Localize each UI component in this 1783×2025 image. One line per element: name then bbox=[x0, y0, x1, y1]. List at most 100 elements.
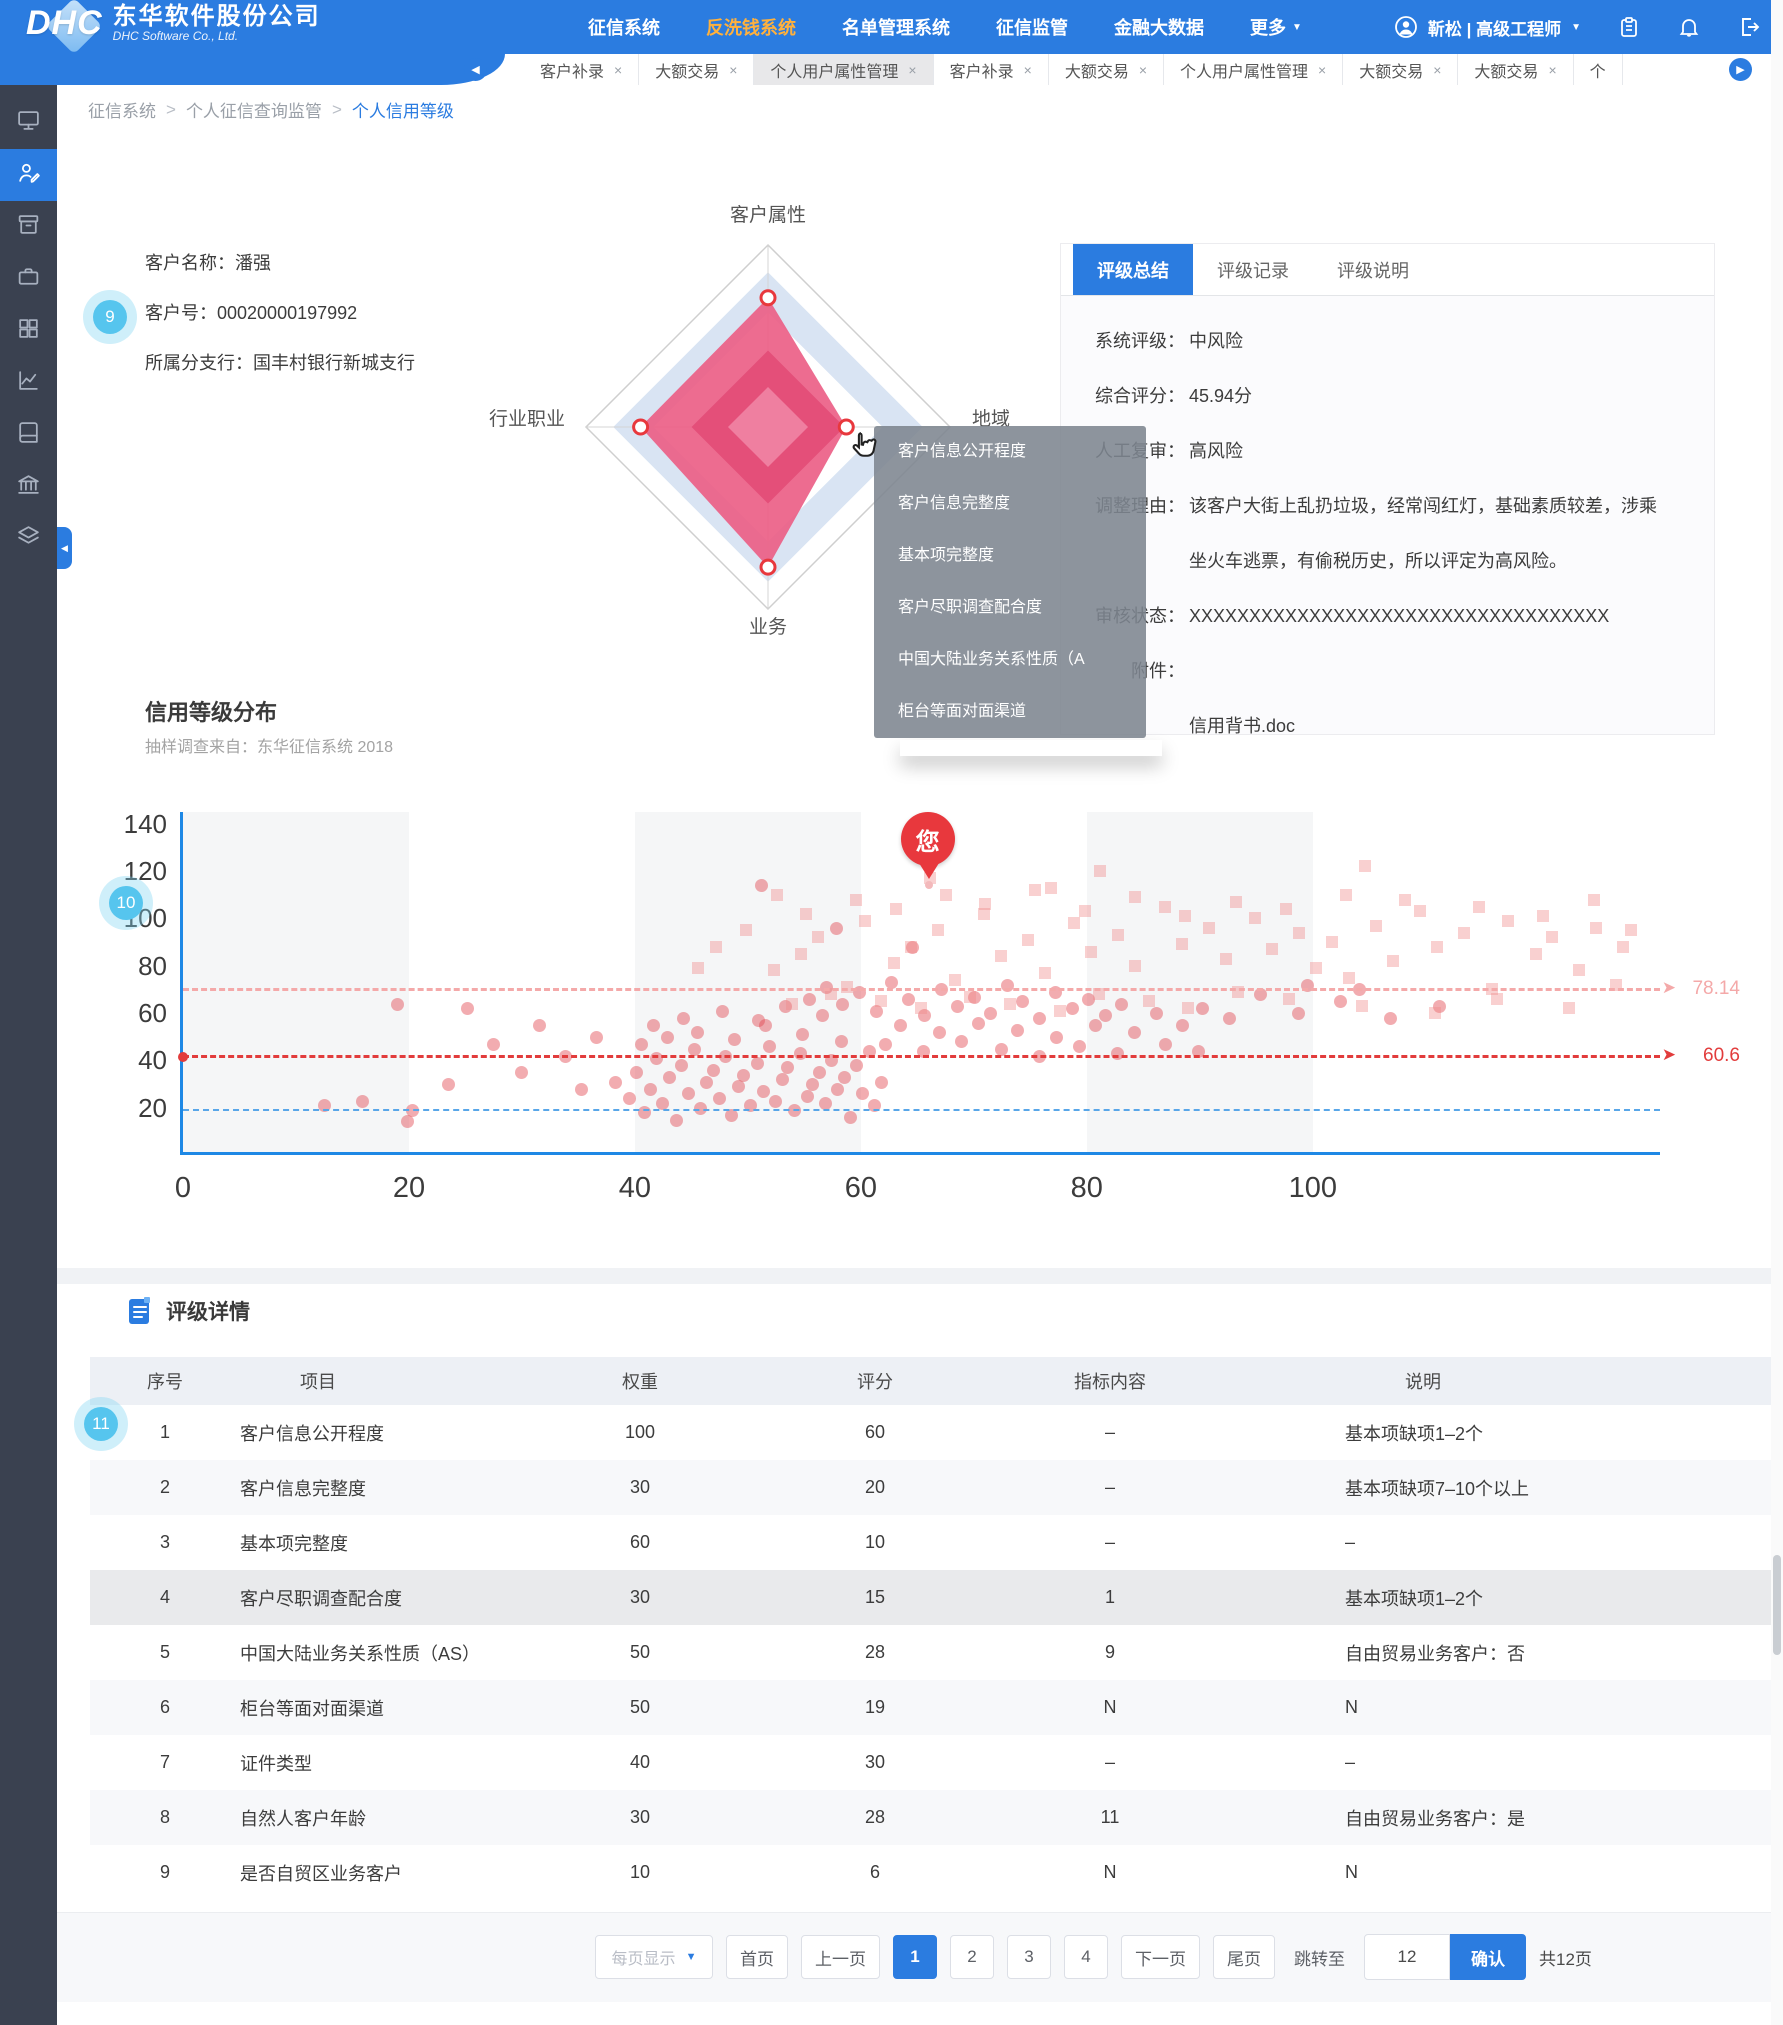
attachment-file-link[interactable]: 信用背书.doc bbox=[1189, 699, 1295, 754]
next-page-button[interactable]: 下一页 bbox=[1121, 1935, 1200, 1979]
table-header-row: 序号项目权重评分指标内容说明 bbox=[90, 1357, 1780, 1405]
breadcrumb-item-2[interactable]: 个人征信查询监管 bbox=[186, 97, 322, 122]
logout-icon[interactable] bbox=[1737, 15, 1761, 39]
rating-tab-1[interactable]: 评级总结 bbox=[1073, 244, 1193, 295]
page-scrollbar[interactable] bbox=[1771, 0, 1783, 2025]
scatter-point bbox=[1223, 1012, 1236, 1025]
table-row[interactable]: 5中国大陆业务关系性质（AS）50289自由贸易业务客户：否 bbox=[90, 1625, 1780, 1680]
scatter-point bbox=[812, 931, 824, 943]
table-cell: 100 bbox=[520, 1405, 760, 1460]
scatter-point bbox=[995, 950, 1007, 962]
tab-6[interactable]: 个人用户属性管理× bbox=[1164, 54, 1343, 85]
scatter-point bbox=[575, 1083, 588, 1096]
scatter-point bbox=[879, 1038, 892, 1051]
nav-item-1[interactable]: 征信系统 bbox=[588, 14, 660, 40]
sidebar-item-archive[interactable] bbox=[0, 201, 57, 253]
sidebar-item-user-edit[interactable] bbox=[0, 149, 57, 201]
close-icon[interactable]: × bbox=[614, 62, 622, 78]
user-menu[interactable]: 靳松 | 高级工程师 ▼ bbox=[1394, 15, 1581, 40]
close-icon[interactable]: × bbox=[908, 62, 916, 78]
sidebar-collapse-handle[interactable]: ◀ bbox=[57, 527, 72, 569]
close-icon[interactable]: × bbox=[1318, 62, 1326, 78]
page-button-4[interactable]: 4 bbox=[1064, 1935, 1108, 1979]
first-page-button[interactable]: 首页 bbox=[726, 1935, 788, 1979]
scatter-point bbox=[875, 1076, 888, 1089]
sidebar-item-grid[interactable] bbox=[0, 305, 57, 357]
dropdown-item-6[interactable]: 柜台等面对面渠道 bbox=[874, 686, 1146, 738]
you-marker-pin: 您 bbox=[901, 812, 957, 889]
tab-8[interactable]: 大额交易× bbox=[1458, 54, 1573, 85]
sidebar-item-layers[interactable] bbox=[0, 513, 57, 565]
scatter-point bbox=[1129, 960, 1141, 972]
table-row[interactable]: 6柜台等面对面渠道5019NN bbox=[90, 1680, 1780, 1735]
column-header-2: 项目 bbox=[240, 1357, 520, 1405]
bell-icon[interactable] bbox=[1677, 15, 1701, 39]
tab-5[interactable]: 大额交易 × bbox=[1049, 54, 1164, 85]
scatter-point bbox=[737, 1069, 750, 1082]
confirm-button[interactable]: 确认 bbox=[1450, 1934, 1526, 1980]
scatter-point bbox=[836, 998, 849, 1011]
sidebar-item-chart[interactable] bbox=[0, 357, 57, 409]
tab-2[interactable]: 大额交易× bbox=[639, 54, 754, 85]
sidebar-item-bank[interactable] bbox=[0, 461, 57, 513]
tab-label: 大额交易 bbox=[1065, 58, 1129, 82]
breadcrumb-item-3[interactable]: 个人信用等级 bbox=[352, 97, 454, 122]
table-row[interactable]: 8自然人客户年龄302811自由贸易业务客户：是 bbox=[90, 1790, 1780, 1845]
tabs-scroll-left-button[interactable]: ◀ bbox=[464, 58, 487, 81]
page-button-1[interactable]: 1 bbox=[893, 1935, 937, 1979]
tab-3[interactable]: 个人用户属性管理× bbox=[754, 54, 933, 85]
table-row[interactable]: 2客户信息完整度3020–基本项缺项7–10个以上 bbox=[90, 1460, 1780, 1515]
sidebar-item-monitor[interactable] bbox=[0, 97, 57, 149]
table-row[interactable]: 4客户尽职调查配合度30151基本项缺项1–2个 bbox=[90, 1570, 1780, 1625]
tab-label: 客户补录 bbox=[540, 58, 604, 82]
scatter-point bbox=[831, 1083, 844, 1096]
sidebar-item-book[interactable] bbox=[0, 409, 57, 461]
close-icon[interactable]: × bbox=[1139, 62, 1147, 78]
breadcrumb-item-1[interactable]: 征信系统 bbox=[88, 97, 156, 122]
sidebar-item-briefcase[interactable] bbox=[0, 253, 57, 305]
table-cell: 自由贸易业务客户：是 bbox=[1230, 1790, 1780, 1845]
nav-item-3[interactable]: 名单管理系统 bbox=[842, 14, 950, 40]
close-icon[interactable]: × bbox=[1433, 62, 1441, 78]
scatter-point bbox=[1356, 1000, 1368, 1012]
prev-page-button[interactable]: 上一页 bbox=[801, 1935, 880, 1979]
page-button-2[interactable]: 2 bbox=[950, 1935, 994, 1979]
tab-1[interactable]: 客户补录 × bbox=[524, 54, 639, 85]
table-row[interactable]: 9是否自贸区业务客户106NN bbox=[90, 1845, 1780, 1900]
main-menu: 征信系统 反洗钱系统 名单管理系统 征信监管 金融大数据 更多▼ bbox=[588, 0, 1302, 54]
jump-label: 跳转至 bbox=[1294, 1945, 1345, 1970]
nav-item-2[interactable]: 反洗钱系统 bbox=[706, 14, 796, 40]
rating-tab-2[interactable]: 评级记录 bbox=[1193, 244, 1313, 295]
tab-4[interactable]: 客户补录× bbox=[934, 54, 1049, 85]
table-cell: 基本项缺项1–2个 bbox=[1230, 1405, 1780, 1460]
tab-7[interactable]: 大额交易× bbox=[1343, 54, 1458, 85]
table-row[interactable]: 7证件类型4030–– bbox=[90, 1735, 1780, 1790]
nav-right-cluster: 靳松 | 高级工程师 ▼ bbox=[1394, 0, 1761, 54]
table-row[interactable]: 1客户信息公开程度10060–基本项缺项1–2个 bbox=[90, 1405, 1780, 1460]
last-page-button[interactable]: 尾页 bbox=[1213, 1935, 1275, 1979]
nav-item-5[interactable]: 金融大数据 bbox=[1114, 14, 1204, 40]
scatter-point bbox=[902, 993, 915, 1006]
scrollbar-thumb[interactable] bbox=[1773, 1555, 1781, 1655]
page-button-3[interactable]: 3 bbox=[1007, 1935, 1051, 1979]
close-icon[interactable]: × bbox=[1548, 62, 1556, 78]
dropdown-item-4[interactable]: 客户尽职调查配合度 bbox=[874, 582, 1146, 634]
dropdown-item-1[interactable]: 客户信息公开程度 bbox=[874, 426, 1146, 478]
per-page-select[interactable]: 每页显示 ▼ bbox=[595, 1935, 713, 1979]
tab-9[interactable]: 个 bbox=[1574, 54, 1623, 85]
nav-item-6[interactable]: 更多▼ bbox=[1250, 14, 1302, 40]
close-icon[interactable]: × bbox=[729, 62, 737, 78]
dropdown-item-2[interactable]: 客户信息完整度 bbox=[874, 478, 1146, 530]
tabs-scroll-right-button[interactable]: ▶ bbox=[1729, 58, 1752, 81]
jump-page-input[interactable] bbox=[1364, 1934, 1450, 1980]
clipboard-icon[interactable] bbox=[1617, 15, 1641, 39]
close-icon[interactable]: × bbox=[1024, 62, 1032, 78]
app-logo[interactable]: DHC 东华软件股份公司 DHC Software Co., Ltd. bbox=[26, 4, 321, 44]
rating-tab-3[interactable]: 评级说明 bbox=[1313, 244, 1433, 295]
table-cell: 自由贸易业务客户：否 bbox=[1230, 1625, 1780, 1680]
dropdown-item-3[interactable]: 基本项完整度 bbox=[874, 530, 1146, 582]
nav-item-4[interactable]: 征信监管 bbox=[996, 14, 1068, 40]
table-row[interactable]: 3基本项完整度6010–– bbox=[90, 1515, 1780, 1570]
dropdown-item-5[interactable]: 中国大陆业务关系性质（A bbox=[874, 634, 1146, 686]
table-cell: 20 bbox=[760, 1460, 990, 1515]
